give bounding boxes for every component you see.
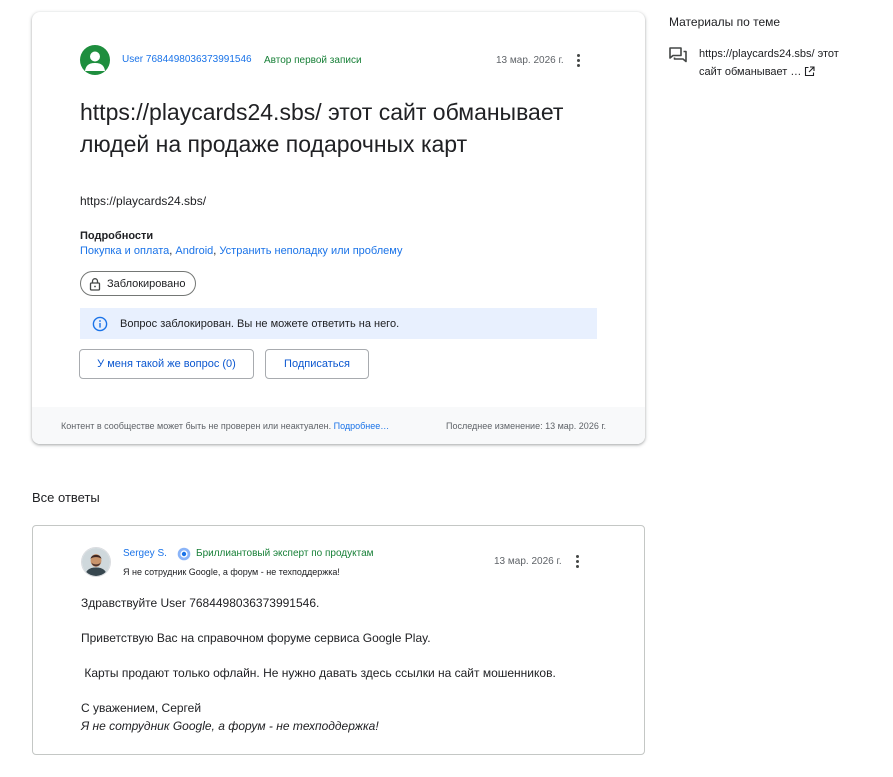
subscribe-button[interactable]: Подписаться bbox=[265, 349, 369, 379]
related-title: Материалы по теме bbox=[669, 15, 781, 29]
details-tags: Покупка и оплата, Android, Устранить неп… bbox=[80, 245, 403, 257]
locked-chip-label: Заблокировано bbox=[107, 277, 186, 290]
footer-disclaimer: Контент в сообществе может быть не прове… bbox=[61, 421, 389, 431]
more-options-icon[interactable] bbox=[570, 52, 586, 72]
footer-disclaimer-text: Контент в сообществе может быть не прове… bbox=[61, 421, 332, 431]
question-author[interactable]: User 7684498036373991546 bbox=[122, 54, 252, 65]
more-options-icon[interactable] bbox=[569, 553, 585, 573]
related-item-text[interactable]: https://playcards24.sbs/ этот сайт обман… bbox=[699, 48, 839, 78]
lock-icon bbox=[89, 277, 101, 291]
all-answers-title: Все ответы bbox=[32, 490, 100, 505]
locked-notice-text: Вопрос заблокирован. Вы не можете ответи… bbox=[120, 317, 400, 330]
author-signature: Я не сотрудник Google, а форум - не техп… bbox=[123, 567, 340, 577]
expert-badge: Бриллиантовый эксперт по продуктам bbox=[196, 548, 374, 559]
question-body: https://playcards24.sbs/ bbox=[80, 194, 207, 208]
answer-author[interactable]: Sergey S. bbox=[123, 548, 167, 559]
forum-icon bbox=[669, 47, 687, 63]
diamond-expert-icon bbox=[177, 547, 191, 561]
answer-date: 13 мар. 2026 г. bbox=[494, 556, 562, 567]
answer-body: Здравствуйте User 7684498036373991546. П… bbox=[81, 594, 621, 735]
original-poster-badge: Автор первой записи bbox=[264, 55, 362, 66]
locked-notice: Вопрос заблокирован. Вы не можете ответи… bbox=[80, 308, 597, 339]
avatar[interactable] bbox=[81, 547, 111, 577]
answer-paragraph: Карты продают только офлайн. Не нужно да… bbox=[81, 666, 556, 680]
answer-closing: Я не сотрудник Google, а форум - не техп… bbox=[81, 719, 379, 733]
learn-more-link[interactable]: Подробнее… bbox=[334, 421, 390, 431]
last-changed-text: Последнее изменение: 13 мар. 2026 г. bbox=[446, 421, 607, 431]
tag-android[interactable]: Android bbox=[175, 245, 213, 257]
details-label: Подробности bbox=[80, 230, 154, 242]
question-footer: Контент в сообществе может быть не прове… bbox=[32, 407, 645, 444]
open-in-new-icon bbox=[805, 66, 815, 77]
answer-paragraph: Приветствую Вас на справочном форуме сер… bbox=[81, 631, 431, 645]
answer-card: Sergey S. Бриллиантовый эксперт по проду… bbox=[32, 525, 645, 755]
answer-paragraph: Здравствуйте User 7684498036373991546. bbox=[81, 596, 320, 610]
answer-paragraph: С уважением, Сергей bbox=[81, 701, 202, 715]
info-icon bbox=[92, 316, 108, 331]
tag-troubleshoot[interactable]: Устранить неполадку или проблему bbox=[219, 245, 402, 257]
user-photo-icon bbox=[82, 548, 110, 576]
person-icon bbox=[85, 51, 105, 71]
tag-purchase-payment[interactable]: Покупка и оплата bbox=[80, 245, 169, 257]
question-card: User 7684498036373991546 Автор первой за… bbox=[32, 12, 645, 444]
question-title: https://playcards24.sbs/ этот сайт обман… bbox=[80, 99, 564, 157]
question-date: 13 мар. 2026 г. bbox=[496, 55, 564, 66]
locked-chip: Заблокировано bbox=[80, 271, 197, 296]
same-question-button[interactable]: У меня такой же вопрос (0) bbox=[79, 349, 254, 379]
avatar[interactable] bbox=[80, 45, 110, 75]
